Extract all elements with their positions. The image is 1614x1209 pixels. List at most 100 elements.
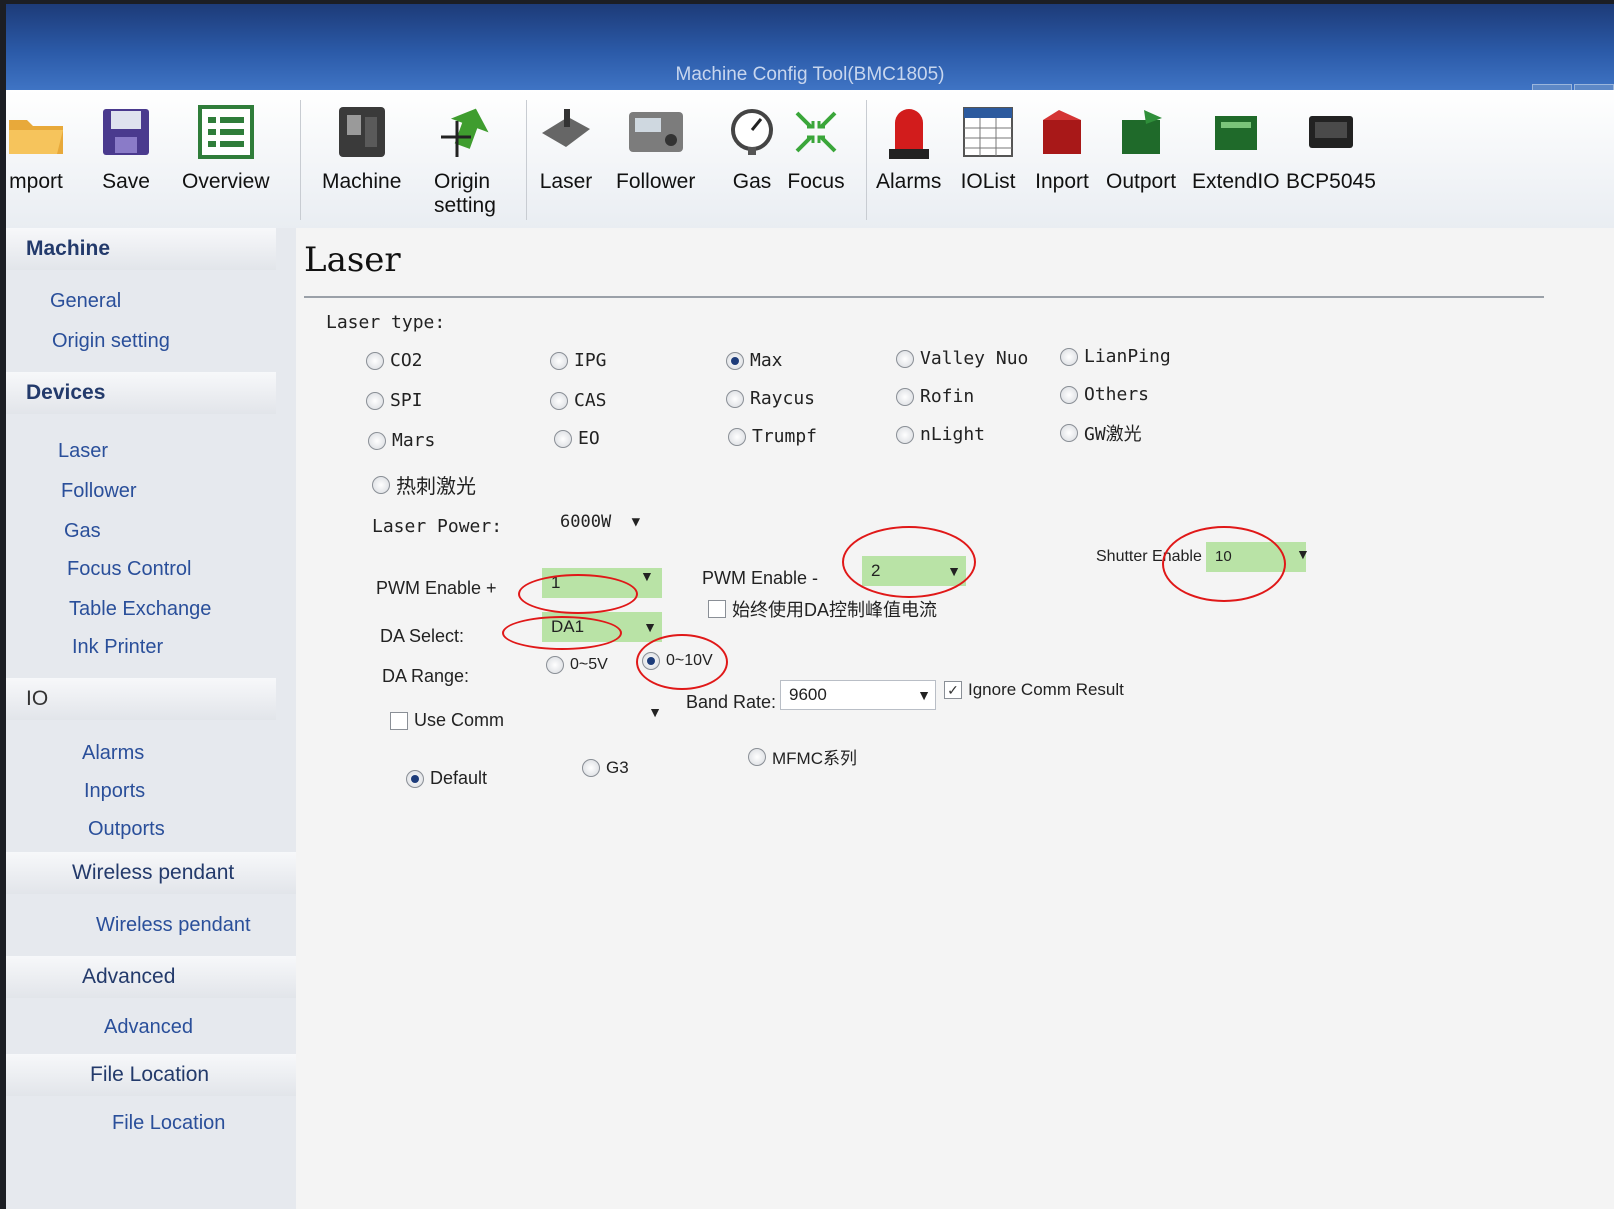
machine-button[interactable]: Machine bbox=[322, 100, 401, 194]
inport-button[interactable]: Inport bbox=[1032, 100, 1092, 194]
annotation-circle bbox=[636, 634, 728, 690]
sidebar-item-gas[interactable]: Gas bbox=[64, 520, 101, 543]
sidebar-item-outports[interactable]: Outports bbox=[88, 818, 165, 841]
bcp-button[interactable]: BCP5045 bbox=[1286, 100, 1376, 194]
sidebar-group-wireless[interactable]: Wireless pendant bbox=[6, 852, 296, 894]
laser-icon bbox=[536, 100, 596, 164]
origin-arrow-icon bbox=[435, 100, 495, 164]
sidebar-item-general[interactable]: General bbox=[50, 290, 121, 313]
extendio-icon bbox=[1206, 100, 1266, 164]
sidebar-item-advanced[interactable]: Advanced bbox=[104, 1016, 193, 1039]
laser-power-label: Laser Power: bbox=[372, 516, 503, 537]
checkbox-icon bbox=[390, 711, 408, 730]
laser-type-mars[interactable]: Mars bbox=[368, 430, 435, 451]
laser-button[interactable]: Laser bbox=[536, 100, 596, 194]
laser-type-rerci[interactable]: 热刺激光 bbox=[372, 470, 476, 499]
laser-type-valley-nuo[interactable]: Valley Nuo bbox=[896, 348, 1028, 369]
laser-type-gw[interactable]: GW激光 bbox=[1060, 420, 1142, 446]
protocol-default[interactable]: Default bbox=[406, 768, 487, 789]
radio-selected-icon bbox=[726, 351, 744, 370]
sidebar-item-inports[interactable]: Inports bbox=[84, 780, 145, 803]
da-range-label: DA Range: bbox=[382, 666, 470, 686]
overview-button[interactable]: Overview bbox=[182, 100, 270, 194]
sidebar-item-table-exchange[interactable]: Table Exchange bbox=[69, 598, 211, 621]
laser-type-raycus[interactable]: Raycus bbox=[726, 388, 815, 409]
sidebar-group-devices[interactable]: Devices bbox=[6, 372, 276, 414]
radio-icon bbox=[366, 391, 384, 410]
sidebar-item-focus-control[interactable]: Focus Control bbox=[67, 558, 192, 581]
origin-setting-button[interactable]: Origin setting bbox=[434, 100, 496, 218]
extendio-button[interactable]: ExtendIO bbox=[1192, 100, 1280, 194]
laser-power-select[interactable]: 6000W ▼ bbox=[552, 508, 644, 538]
pwm-enable-plus-label: PWM Enable + bbox=[376, 578, 497, 598]
gas-button[interactable]: Gas bbox=[722, 100, 782, 194]
laser-type-max[interactable]: Max bbox=[726, 350, 783, 371]
laser-type-co2[interactable]: CO2 bbox=[366, 350, 423, 371]
ignore-comm-result-checkbox[interactable]: ✓ Ignore Comm Result bbox=[944, 680, 1124, 700]
chevron-down-icon[interactable]: ▼ bbox=[1296, 546, 1310, 562]
sidebar-group-io[interactable]: IO bbox=[6, 678, 276, 720]
laser-type-eo[interactable]: EO bbox=[554, 428, 600, 449]
laser-settings-panel: Laser Laser type: CO2 IPG Max Valley Nuo… bbox=[296, 228, 1614, 1209]
sidebar-item-wireless-pendant[interactable]: Wireless pendant bbox=[96, 914, 251, 937]
sidebar-item-follower[interactable]: Follower bbox=[61, 480, 137, 503]
always-use-da-checkbox[interactable]: 始终使用DA控制峰值电流 bbox=[708, 596, 937, 622]
radio-icon bbox=[582, 759, 600, 777]
app-window: Machine Config Tool(BMC1805) – □ mport S… bbox=[6, 4, 1614, 1209]
title-divider bbox=[304, 296, 1544, 298]
save-button[interactable]: Save bbox=[96, 100, 156, 194]
outport-button[interactable]: Outport bbox=[1106, 100, 1176, 194]
overview-icon bbox=[196, 100, 256, 164]
alarm-light-icon bbox=[879, 100, 939, 164]
laser-type-lianping[interactable]: LianPing bbox=[1060, 346, 1171, 367]
chevron-down-icon[interactable]: ▼ bbox=[640, 568, 654, 584]
laser-type-cas[interactable]: CAS bbox=[550, 390, 607, 411]
sidebar-item-origin-setting[interactable]: Origin setting bbox=[52, 330, 170, 353]
toolbar-separator bbox=[526, 100, 527, 220]
use-comm-checkbox[interactable]: Use Comm bbox=[390, 710, 504, 731]
radio-icon bbox=[366, 351, 384, 370]
sidebar-group-file-location[interactable]: File Location bbox=[6, 1054, 296, 1096]
laser-type-ipg[interactable]: IPG bbox=[550, 350, 607, 371]
focus-button[interactable]: Focus bbox=[786, 100, 846, 194]
annotation-circle bbox=[842, 526, 976, 598]
sidebar-group-machine[interactable]: Machine bbox=[6, 228, 276, 270]
bcp-icon bbox=[1301, 100, 1361, 164]
alarms-button[interactable]: Alarms bbox=[876, 100, 941, 194]
sidebar-item-file-location[interactable]: File Location bbox=[112, 1112, 225, 1135]
comm-port-select[interactable]: ▼ bbox=[546, 698, 666, 728]
sidebar-item-laser[interactable]: Laser bbox=[58, 440, 108, 463]
annotation-circle bbox=[518, 574, 638, 614]
laser-type-trumpf[interactable]: Trumpf bbox=[728, 426, 817, 447]
band-rate-select[interactable]: 9600 ▼ bbox=[780, 680, 936, 710]
pwm-enable-minus-label: PWM Enable - bbox=[702, 568, 819, 588]
laser-type-spi[interactable]: SPI bbox=[366, 390, 423, 411]
follower-button[interactable]: Follower bbox=[616, 100, 695, 194]
iolist-button[interactable]: IOList bbox=[958, 100, 1018, 194]
laser-type-others[interactable]: Others bbox=[1060, 384, 1149, 405]
import-button[interactable]: mport bbox=[6, 100, 66, 194]
save-icon bbox=[96, 100, 156, 164]
focus-icon bbox=[786, 100, 846, 164]
chevron-down-icon: ▼ bbox=[643, 619, 657, 635]
chevron-down-icon: ▼ bbox=[917, 687, 931, 703]
da-range-0-5v[interactable]: 0~5V bbox=[546, 656, 608, 674]
protocol-mfmc[interactable]: MFMC系列 bbox=[748, 744, 857, 769]
radio-icon bbox=[372, 475, 390, 494]
radio-icon bbox=[554, 429, 572, 448]
gas-gauge-icon bbox=[722, 100, 782, 164]
chevron-down-icon: ▼ bbox=[631, 514, 640, 530]
laser-type-label: Laser type: bbox=[326, 312, 446, 333]
annotation-circle bbox=[502, 616, 622, 650]
toolbar-separator bbox=[866, 100, 867, 220]
protocol-g3[interactable]: G3 bbox=[582, 758, 629, 778]
check-icon: ✓ bbox=[944, 681, 962, 699]
laser-type-rofin[interactable]: Rofin bbox=[896, 386, 974, 407]
laser-type-nlight[interactable]: nLight bbox=[896, 424, 985, 445]
radio-icon bbox=[748, 747, 766, 766]
sidebar-item-ink-printer[interactable]: Ink Printer bbox=[72, 636, 163, 659]
sidebar-group-advanced[interactable]: Advanced bbox=[6, 956, 296, 998]
toolbar-separator bbox=[300, 100, 301, 220]
sidebar-item-alarms[interactable]: Alarms bbox=[82, 742, 144, 765]
radio-icon bbox=[896, 387, 914, 406]
